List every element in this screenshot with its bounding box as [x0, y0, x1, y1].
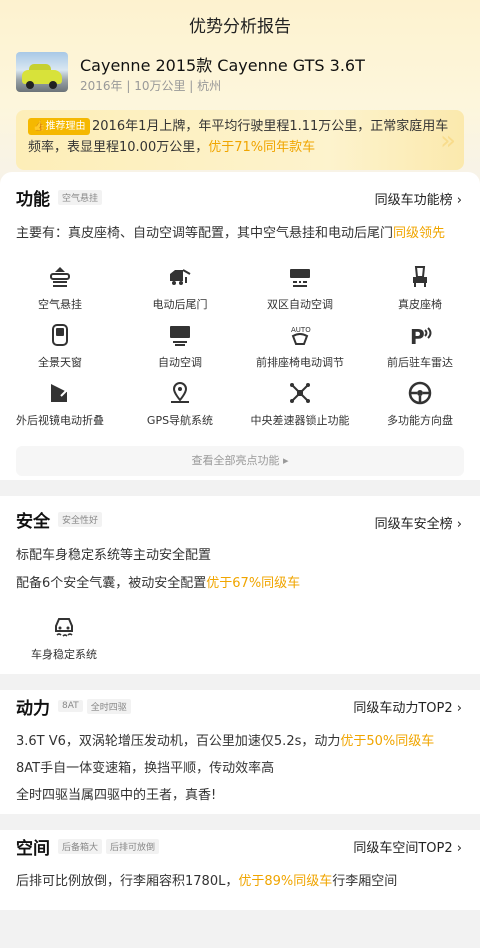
feature-label: 电动后尾门	[152, 298, 208, 311]
header-background: 优势分析报告 Cayenne 2015款 Cayenne GTS 3.6T 20…	[0, 0, 480, 190]
feature-item[interactable]: 自动空调	[120, 322, 240, 370]
power-tag-1: 8AT	[58, 700, 83, 712]
stability-control-icon	[51, 614, 77, 640]
feature-item[interactable]: 电动后尾门	[120, 264, 240, 312]
safety-line-2: 配备6个安全气囊，被动安全配置优于67%同级车	[16, 576, 301, 591]
power-line-1: 3.6T V6，双涡轮增压发动机，百公里加速仅5.2s，动力优于50%同级车	[16, 734, 435, 749]
gps-icon	[167, 380, 193, 406]
page-title: 优势分析报告	[189, 17, 291, 37]
feature-label: 全景天窗	[38, 356, 82, 369]
space-tag-2: 后排可放倒	[106, 838, 160, 854]
parking-radar-icon: P	[407, 322, 433, 349]
feature-label: GPS导航系统	[146, 414, 214, 427]
feature-item[interactable]: 多功能方向盘	[360, 380, 480, 428]
feature-item[interactable]: 真皮座椅	[360, 264, 480, 312]
function-tag: 空气悬挂	[58, 189, 103, 205]
steering-wheel-icon	[407, 380, 433, 406]
power-seat-icon: AUTO	[287, 322, 313, 348]
car-thumbnail[interactable]	[16, 52, 68, 92]
feature-label: 外后视镜电动折叠	[16, 414, 104, 427]
feature-label: 前排座椅电动调节	[256, 356, 344, 369]
svg-text:AUTO: AUTO	[291, 326, 311, 334]
power-tailgate-icon	[167, 264, 193, 290]
chevron-decor-icon: »	[440, 126, 456, 156]
feature-stability-control[interactable]: 车身稳定系统	[4, 614, 124, 662]
car-subtitle: 2016年 | 10万公里 | 杭州	[80, 79, 222, 93]
feature-item[interactable]: P 前后驻车雷达	[360, 322, 480, 370]
power-rank-link[interactable]: 同级车动力TOP2 ›	[353, 697, 462, 716]
svg-text:P: P	[410, 325, 425, 348]
function-rank-link[interactable]: 同级车功能榜 ›	[375, 189, 462, 208]
space-tag-1: 后备箱大	[58, 838, 103, 854]
folding-mirror-icon	[47, 380, 73, 406]
safety-line-1: 标配车身稳定系统等主动安全配置	[16, 548, 212, 563]
safety-tag: 安全性好	[58, 511, 103, 527]
feature-item[interactable]: 全景天窗	[0, 322, 120, 370]
power-section: 动力 8AT 全时四驱 同级车动力TOP2 › 3.6T V6，双涡轮增压发动机…	[0, 690, 480, 814]
panoramic-sunroof-icon	[47, 322, 73, 348]
power-line-2: 8AT手自一体变速箱，换挡平顺，传动效率高	[16, 761, 275, 776]
feature-label: 车身稳定系统	[31, 648, 97, 661]
feature-item[interactable]: 外后视镜电动折叠	[0, 380, 120, 428]
reason-highlight: 优于71%同年款车	[208, 140, 316, 155]
feature-label: 多功能方向盘	[387, 414, 453, 427]
feature-label: 前后驻车雷达	[387, 356, 453, 369]
recommend-reason-tag: 👍推荐理由	[28, 118, 91, 135]
thumbs-up-icon: 👍	[33, 121, 46, 132]
dual-zone-ac-icon	[287, 264, 313, 290]
recommend-reason-box: 2016年1月上牌，年平均行驶里程1.11万公里，正常家庭用车频率，表显里程10…	[16, 110, 464, 170]
feature-label: 空气悬挂	[38, 298, 82, 311]
leather-seat-icon	[407, 264, 433, 290]
function-summary: 主要有：真皮座椅、自动空调等配置，其中空气悬挂和电动后尾门同级领先	[16, 226, 446, 241]
feature-label: 真皮座椅	[398, 298, 442, 311]
space-title: 空间	[16, 838, 50, 859]
diff-lock-icon	[287, 380, 313, 406]
feature-label: 中央差速器锁止功能	[250, 414, 350, 427]
feature-label: 自动空调	[158, 356, 202, 369]
space-line-1: 后排可比例放倒，行李厢容积1780L，优于89%同级车行李厢空间	[16, 874, 398, 889]
air-suspension-icon	[47, 264, 73, 290]
feature-item[interactable]: 空气悬挂	[0, 264, 120, 312]
feature-label: 双区自动空调	[267, 298, 333, 311]
power-line-3: 全时四驱当属四驱中的王者，真香!	[16, 788, 217, 803]
safety-section: 安全 安全性好 同级车安全榜 › 标配车身稳定系统等主动安全配置 配备6个安全气…	[0, 496, 480, 674]
power-tag-2: 全时四驱	[86, 698, 131, 714]
space-section: 空间 后备箱大 后排可放倒 同级车空间TOP2 › 后排可比例放倒，行李厢容积1…	[0, 830, 480, 910]
feature-item[interactable]: GPS导航系统	[120, 380, 240, 428]
safety-title: 安全	[16, 511, 50, 532]
power-title: 动力	[16, 698, 50, 719]
space-rank-link[interactable]: 同级车空间TOP2 ›	[353, 837, 462, 856]
feature-item[interactable]: AUTO 前排座椅电动调节	[240, 322, 360, 370]
safety-rank-link[interactable]: 同级车安全榜 ›	[375, 513, 462, 532]
view-all-features-button[interactable]: 查看全部亮点功能 ▸	[16, 446, 464, 476]
function-title: 功能	[16, 189, 50, 210]
car-name: Cayenne 2015款 Cayenne GTS 3.6T	[80, 56, 365, 75]
auto-ac-icon	[167, 322, 193, 348]
function-section: 功能 空气悬挂 同级车功能榜 › 主要有：真皮座椅、自动空调等配置，其中空气悬挂…	[0, 172, 480, 480]
recommend-reason-text: 2016年1月上牌，年平均行驶里程1.11万公里，正常家庭用车频率，表显里程10…	[28, 119, 449, 155]
feature-item[interactable]: 双区自动空调	[240, 264, 360, 312]
feature-item[interactable]: 中央差速器锁止功能	[240, 380, 360, 428]
